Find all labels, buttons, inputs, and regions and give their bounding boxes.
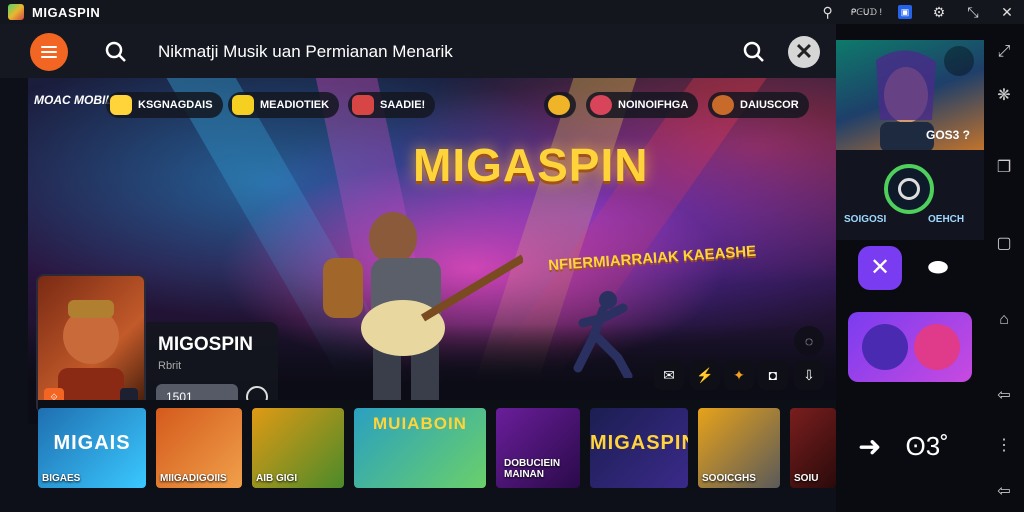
share-icon[interactable]	[944, 46, 974, 76]
chip-icon	[352, 95, 374, 115]
rail-back-icon[interactable]: ⇦	[994, 386, 1014, 406]
side-panel: GOS3 ? SOIGOSI OEHCH ✕ ⬬ ➜ ʘ3˚	[836, 24, 984, 512]
timer-label[interactable]: ʘ3˚	[905, 431, 948, 462]
toggle-icon[interactable]: ⬬	[916, 246, 960, 290]
action-panel	[848, 312, 972, 382]
chip-icon	[110, 95, 132, 115]
main-app: Nikmatji Musik uan Permianan Menarik ✕ M…	[0, 24, 836, 512]
settings-icon[interactable]: ⚙	[922, 4, 956, 21]
game-tile-3[interactable]: MUIABOIN	[354, 408, 486, 488]
game-tile-4[interactable]: DOBUCIEIN MAINAN	[496, 408, 580, 488]
download-action-icon[interactable]: ⇩	[794, 360, 824, 390]
close-x-button[interactable]: ✕	[858, 246, 902, 290]
game-tile-7[interactable]: SOIU	[790, 408, 836, 488]
category-chips: MOAC MOBILS KSGNAGDAIS MEADIOTIEK SAADIE…	[28, 86, 836, 126]
menu-button[interactable]	[30, 33, 68, 71]
top-search-bar: Nikmatji Musik uan Permianan Menarik ✕	[0, 24, 836, 78]
chip-2[interactable]: SAADIE!	[348, 92, 436, 118]
user-badge-icon[interactable]: ▣	[898, 5, 912, 19]
chip-icon	[712, 95, 734, 115]
emulator-rail: ⤢ ❋ ❐ ▢ ⌂ ⇦ ⋮ ⇦	[984, 24, 1024, 512]
view-action-icon[interactable]: ◘	[758, 360, 788, 390]
game-tile-0[interactable]: MIGAIS BIGAES	[38, 408, 146, 488]
game-tile-1[interactable]: MIIGADIGOIIS	[156, 408, 242, 488]
titlebar-controls: ⚲ ᑭᕮᑌᗪ ! ▣ ⚙ ⤡ ✕	[811, 0, 1024, 24]
search-input[interactable]: Nikmatji Musik uan Permianan Menarik	[158, 42, 453, 62]
gear-icon	[548, 95, 570, 115]
rail-square-icon[interactable]: ▢	[994, 234, 1014, 254]
location-icon[interactable]: ⚲	[811, 4, 845, 21]
spark-action-icon[interactable]: ✦	[724, 360, 754, 390]
hero-banner[interactable]: MOAC MOBILS KSGNAGDAIS MEADIOTIEK SAADIE…	[28, 78, 836, 424]
chip-0[interactable]: KSGNAGDAIS	[106, 92, 223, 118]
rail-expand-icon[interactable]: ⤢	[994, 42, 1014, 62]
profile-thumbnail[interactable]: GOS3 ?	[836, 40, 984, 150]
featured-game-card[interactable]: ⟐	[36, 274, 146, 414]
rail-more-icon[interactable]: ⋮	[994, 436, 1014, 456]
status-panel: SOIGOSI OEHCH	[836, 150, 984, 240]
search-icon[interactable]	[104, 40, 128, 64]
status-label-left: SOIGOSI	[844, 214, 887, 225]
clear-search-button[interactable]: ✕	[788, 36, 820, 68]
chip-1[interactable]: MEADIOTIEK	[228, 92, 340, 118]
window-title: MIGASPIN	[32, 4, 101, 20]
search-submit-icon[interactable]	[742, 40, 766, 64]
chip-icon	[590, 95, 612, 115]
chip-icon	[232, 95, 254, 115]
profile-label: GOS3 ?	[925, 128, 970, 142]
chip-3[interactable]: NOINOIFHGA	[586, 92, 699, 118]
close-window-icon[interactable]: ✕	[990, 4, 1024, 21]
back-arrow-icon[interactable]: ➜	[858, 430, 881, 463]
power-icon[interactable]	[884, 164, 934, 214]
mail-action-icon[interactable]: ✉	[654, 360, 684, 390]
game-tile-6[interactable]: SOOICGHS	[698, 408, 780, 488]
rail-back2-icon[interactable]: ⇦	[994, 482, 1014, 502]
app-logo-icon	[8, 4, 24, 20]
featured-title: MIGOSPIN	[158, 334, 254, 355]
guitarist-illustration	[323, 212, 523, 418]
expand-icon[interactable]: ⤡	[956, 4, 990, 21]
nav-row: ➜ ʘ3˚	[836, 406, 984, 486]
game-tile-2[interactable]: AIB GIGI	[252, 408, 344, 488]
runner-illustration	[573, 291, 633, 378]
game-tile-5[interactable]: MIGASPIN	[590, 408, 688, 488]
settings-chip[interactable]	[544, 92, 576, 118]
camera-button[interactable]	[914, 324, 960, 370]
chip-4[interactable]: DAIUSCOR	[708, 92, 809, 118]
status-text: ᑭᕮᑌᗪ !	[850, 6, 882, 17]
rail-home-icon[interactable]: ⌂	[994, 310, 1014, 330]
chat-icon[interactable]: ◌	[794, 326, 824, 356]
flash-action-icon[interactable]: ⚡	[690, 360, 720, 390]
rail-window-icon[interactable]: ❐	[994, 158, 1014, 178]
rail-shake-icon[interactable]: ❋	[994, 86, 1014, 106]
home-button[interactable]	[862, 324, 908, 370]
game-thumbnail-strip: MIGAIS BIGAES MIIGADIGOIIS AIB GIGI MUIAB…	[38, 400, 836, 488]
featured-subtitle: Rbrit	[158, 360, 182, 372]
status-label-right: OEHCH	[928, 214, 965, 225]
window-titlebar: MIGASPIN ⚲ ᑭᕮᑌᗪ ! ▣ ⚙ ⤡ ✕	[0, 0, 1024, 24]
